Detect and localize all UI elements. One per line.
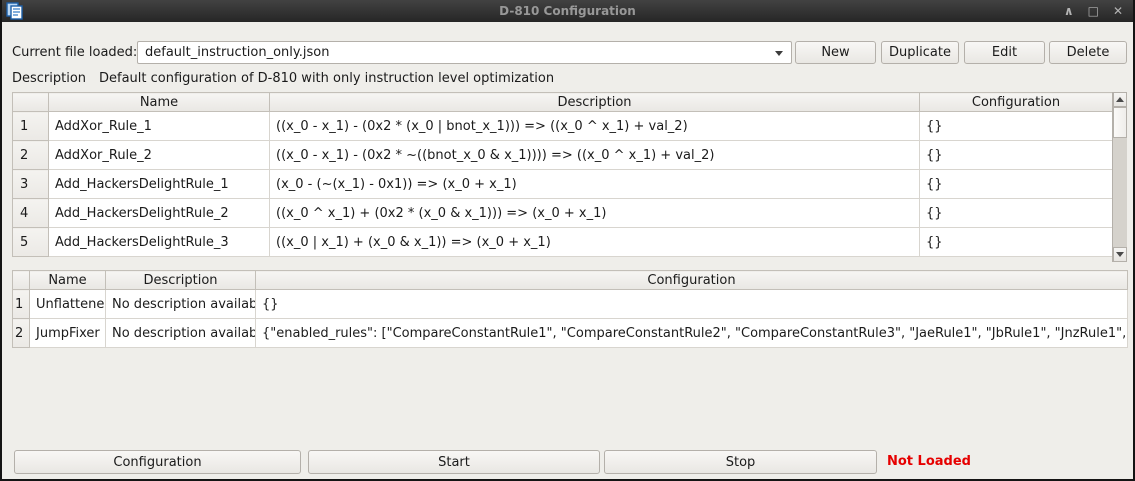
table-row[interactable]: 1 AddXor_Rule_1 ((x_0 - x_1) - (0x2 * (x… [13,112,1113,141]
row-number[interactable]: 1 [13,112,49,141]
titlebar[interactable]: D-810 Configuration ∧ □ ✕ [2,0,1133,22]
modules-header-description[interactable]: Description [106,271,256,290]
window-controls: ∧ □ ✕ [1064,0,1123,22]
row-number[interactable]: 2 [13,141,49,170]
rule-description-cell[interactable]: ((x_0 - x_1) - (0x2 * ~((bnot_x_0 & x_1)… [270,141,920,170]
rules-table: Name Description Configuration 1 AddXor_… [12,92,1113,257]
module-configuration-cell[interactable]: {"enabled_rules": ["CompareConstantRule1… [256,319,1128,348]
modules-table-corner [13,271,30,290]
rule-configuration-cell[interactable]: {} [920,141,1113,170]
table-row[interactable]: 1 Unflattener No description available {… [13,290,1128,319]
rules-header-name[interactable]: Name [49,93,270,112]
scroll-up-button[interactable] [1113,92,1127,107]
scrollbar-track[interactable] [1113,107,1127,247]
table-row[interactable]: 2 JumpFixer No description available {"e… [13,319,1128,348]
rule-configuration-cell[interactable]: {} [920,112,1113,141]
table-row[interactable]: 3 Add_HackersDelightRule_1 (x_0 - (~(x_1… [13,170,1113,199]
scrollbar-thumb[interactable] [1113,107,1127,138]
table-row[interactable]: 2 AddXor_Rule_2 ((x_0 - x_1) - (0x2 * ~(… [13,141,1113,170]
triangle-up-icon [1116,97,1124,102]
row-number[interactable]: 1 [13,290,30,319]
new-button[interactable]: New [795,41,876,64]
rules-header-description[interactable]: Description [270,93,920,112]
rule-configuration-cell[interactable]: {} [920,228,1113,257]
edit-button[interactable]: Edit [964,41,1045,64]
file-combobox-value: default_instruction_only.json [145,45,329,60]
stop-button[interactable]: Stop [604,450,877,474]
rules-header-configuration[interactable]: Configuration [920,93,1113,112]
module-name-cell[interactable]: Unflattener [30,290,106,319]
row-number[interactable]: 4 [13,199,49,228]
table-row[interactable]: 5 Add_HackersDelightRule_3 ((x_0 | x_1) … [13,228,1113,257]
module-description-cell[interactable]: No description available [106,319,256,348]
maximize-icon[interactable]: □ [1088,0,1099,22]
chevron-down-icon [775,51,783,56]
duplicate-button[interactable]: Duplicate [881,41,959,64]
close-icon[interactable]: ✕ [1113,0,1123,22]
rule-description-cell[interactable]: ((x_0 - x_1) - (0x2 * (x_0 | bnot_x_1)))… [270,112,920,141]
modules-header-configuration[interactable]: Configuration [256,271,1128,290]
status-badge: Not Loaded [887,450,971,474]
configuration-button[interactable]: Configuration [14,450,301,474]
table-row[interactable]: 4 Add_HackersDelightRule_2 ((x_0 ^ x_1) … [13,199,1113,228]
modules-header-name[interactable]: Name [30,271,106,290]
start-button[interactable]: Start [308,450,600,474]
rule-name-cell[interactable]: Add_HackersDelightRule_1 [49,170,270,199]
rules-table-container: Name Description Configuration 1 AddXor_… [12,92,1127,262]
rule-description-cell[interactable]: (x_0 - (~(x_1) - 0x1)) => (x_0 + x_1) [270,170,920,199]
modules-table-header-row: Name Description Configuration [13,271,1128,290]
description-text: Default configuration of D-810 with only… [99,67,554,90]
rule-name-cell[interactable]: Add_HackersDelightRule_2 [49,199,270,228]
rule-configuration-cell[interactable]: {} [920,199,1113,228]
module-name-cell[interactable]: JumpFixer [30,319,106,348]
rule-name-cell[interactable]: AddXor_Rule_2 [49,141,270,170]
rule-name-cell[interactable]: Add_HackersDelightRule_3 [49,228,270,257]
module-description-cell[interactable]: No description available [106,290,256,319]
rules-table-scrollbar[interactable] [1112,92,1127,262]
rule-description-cell[interactable]: ((x_0 ^ x_1) + (0x2 * (x_0 & x_1))) => (… [270,199,920,228]
rule-description-cell[interactable]: ((x_0 | x_1) + (x_0 & x_1)) => (x_0 + x_… [270,228,920,257]
minimize-icon[interactable]: ∧ [1064,0,1074,22]
rule-name-cell[interactable]: AddXor_Rule_1 [49,112,270,141]
rules-table-corner [13,93,49,112]
row-number[interactable]: 5 [13,228,49,257]
triangle-down-icon [1116,252,1124,257]
scroll-down-button[interactable] [1113,247,1127,262]
current-file-label: Current file loaded: [12,41,137,64]
row-number[interactable]: 3 [13,170,49,199]
description-label: Description [12,67,86,90]
window-title: D-810 Configuration [2,4,1133,18]
delete-button[interactable]: Delete [1049,41,1127,64]
module-configuration-cell[interactable]: {} [256,290,1128,319]
rules-table-header-row: Name Description Configuration [13,93,1113,112]
file-combobox[interactable]: default_instruction_only.json [137,41,792,64]
row-number[interactable]: 2 [13,319,30,348]
modules-table: Name Description Configuration 1 Unflatt… [12,270,1128,348]
rule-configuration-cell[interactable]: {} [920,170,1113,199]
d810-configuration-window: D-810 Configuration ∧ □ ✕ Current file l… [0,0,1135,481]
